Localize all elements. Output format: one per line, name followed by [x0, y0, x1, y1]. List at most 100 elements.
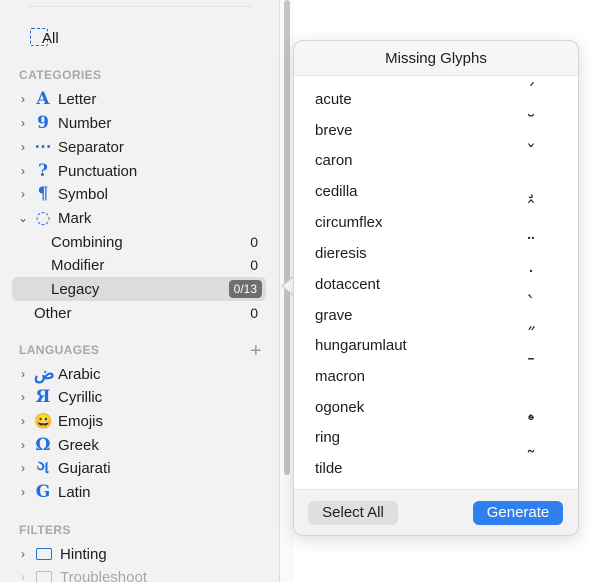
glyph-name: ring	[315, 429, 341, 446]
glyph-name: hungarumlaut	[315, 337, 407, 354]
chevron-right-icon[interactable]: ›	[16, 414, 30, 428]
divider	[28, 6, 252, 7]
glyph-name: ogonek	[315, 399, 365, 416]
glyph-name: tilde	[315, 460, 343, 477]
sidebar-item-label: Symbol	[58, 185, 109, 203]
sidebar-item-arabic[interactable]: › ض Arabic	[12, 362, 266, 386]
sidebar-item-cyrillic[interactable]: › Я Cyrillic	[12, 385, 266, 409]
glyph-preview: ¨	[526, 233, 536, 257]
languages-header: LANGUAGES	[19, 343, 100, 357]
sidebar-item-other[interactable]: Other 0	[12, 301, 266, 325]
sidebar-item-gujarati[interactable]: › ગ Gujarati	[12, 456, 266, 480]
glyph-preview: `	[526, 291, 536, 315]
glyph-preview: ˙	[526, 266, 536, 290]
sidebar-item-label: Modifier	[51, 256, 105, 274]
sidebar-item-all[interactable]: All	[42, 26, 242, 50]
sidebar-item-separator[interactable]: › ⋯ Separator	[12, 135, 266, 159]
glyph-preview: ˝	[526, 323, 536, 347]
glyph-preview: ˜	[526, 446, 536, 470]
item-count: 0	[250, 305, 258, 321]
sidebar-item-symbol[interactable]: › ¶ Symbol	[12, 182, 266, 206]
separator-icon: ⋯	[34, 137, 52, 157]
chevron-right-icon[interactable]: ›	[16, 547, 30, 561]
glyph-name: cedilla	[315, 183, 358, 200]
sidebar-item-latin[interactable]: › G Latin	[12, 480, 266, 504]
sidebar-item-label: Hinting	[60, 545, 107, 563]
popover-footer: Select All Generate	[294, 489, 578, 535]
sidebar-item-label: Greek	[58, 436, 99, 454]
sidebar-item-greek[interactable]: › Ω Greek	[12, 433, 266, 457]
sidebar-item-troubleshoot[interactable]: › Troubleshoot	[12, 565, 266, 582]
sidebar-item-label: Mark	[58, 209, 92, 227]
filters-header: FILTERS	[19, 523, 71, 537]
chevron-right-icon[interactable]: ›	[16, 140, 30, 154]
glyph-name: macron	[315, 368, 366, 385]
sidebar-item-letter[interactable]: › A Letter	[12, 87, 266, 111]
missing-glyphs-popover: Missing Glyphs acute ´ breve ˘ caron ˇ c…	[293, 40, 579, 536]
cyrillic-icon: Я	[35, 387, 51, 407]
sidebar-item-hinting[interactable]: › Hinting	[12, 542, 266, 566]
glyph-row[interactable]: dieresis ¨	[294, 233, 578, 268]
glyph-name: circumflex	[315, 214, 383, 231]
chevron-right-icon[interactable]: ›	[16, 367, 30, 381]
sidebar-item-mark[interactable]: ⌄ ◌ Mark	[12, 206, 266, 230]
sidebar-item-label: All	[42, 29, 59, 47]
sidebar: All CATEGORIES › A Letter › 9 Number › ⋯…	[0, 0, 280, 582]
glyph-name: dotaccent	[315, 276, 381, 293]
glyph-preview: ˇ	[526, 140, 536, 164]
scrollbar-thumb[interactable]	[284, 0, 290, 475]
chevron-right-icon[interactable]: ›	[16, 438, 30, 452]
glyph-preview: ¯	[526, 354, 536, 378]
gujarati-icon: ગ	[36, 458, 50, 478]
sidebar-item-label: Emojis	[58, 412, 104, 430]
chevron-right-icon[interactable]: ›	[16, 485, 30, 499]
sidebar-item-label: Separator	[58, 138, 124, 156]
sidebar-item-label: Arabic	[58, 365, 101, 383]
glyph-name: dieresis	[315, 245, 367, 262]
latin-icon: G	[35, 482, 51, 502]
folder-icon	[36, 571, 52, 582]
sidebar-item-modifier[interactable]: Modifier 0	[12, 253, 266, 277]
glyph-name: grave	[315, 307, 353, 324]
chevron-down-icon[interactable]: ⌄	[16, 211, 30, 225]
chevron-right-icon[interactable]: ›	[16, 461, 30, 475]
chevron-right-icon[interactable]: ›	[16, 390, 30, 404]
chevron-right-icon[interactable]: ›	[16, 570, 30, 582]
punctuation-icon: ?	[38, 161, 48, 181]
chevron-right-icon[interactable]: ›	[16, 116, 30, 130]
chevron-right-icon[interactable]: ›	[16, 164, 30, 178]
sidebar-item-label: Letter	[58, 90, 97, 108]
glyph-row[interactable]: tilde ˜	[294, 446, 578, 483]
chevron-right-icon[interactable]: ›	[16, 187, 30, 201]
sidebar-item-label: Latin	[58, 483, 91, 501]
number-icon: 9	[37, 113, 49, 133]
add-language-icon[interactable]: +	[250, 340, 262, 363]
glyph-preview: ˚	[526, 413, 536, 437]
sidebar-item-label: Number	[58, 114, 112, 132]
symbol-icon: ¶	[37, 184, 49, 204]
folder-icon	[36, 548, 52, 560]
glyph-row[interactable]: macron ¯	[294, 354, 578, 391]
sidebar-item-legacy[interactable]: Legacy 0/13	[12, 277, 266, 301]
sidebar-item-punctuation[interactable]: › ? Punctuation	[12, 159, 266, 183]
emoji-icon: 😀	[34, 412, 53, 430]
sidebar-item-label: Gujarati	[58, 459, 111, 477]
chevron-right-icon[interactable]: ›	[16, 92, 30, 106]
letter-icon: A	[36, 89, 50, 109]
select-all-button[interactable]: Select All	[308, 501, 398, 525]
sidebar-item-combining[interactable]: Combining 0	[12, 230, 266, 254]
sidebar-item-number[interactable]: › 9 Number	[12, 111, 266, 135]
glyph-name: breve	[315, 122, 353, 139]
generate-button[interactable]: Generate	[473, 501, 563, 525]
glyph-preview: ˆ	[526, 196, 536, 220]
glyph-name: acute	[315, 91, 352, 108]
arabic-icon: ض	[34, 364, 55, 384]
sidebar-item-emojis[interactable]: › 😀 Emojis	[12, 409, 266, 433]
sidebar-item-label: Other	[34, 304, 72, 322]
glyph-row[interactable]: caron ˇ	[294, 140, 578, 175]
progress-badge: 0/13	[228, 280, 262, 298]
glyph-name: caron	[315, 152, 353, 169]
glyph-preview: ´	[526, 79, 536, 103]
glyph-preview: ˘	[526, 110, 536, 134]
item-count: 0	[250, 234, 258, 250]
